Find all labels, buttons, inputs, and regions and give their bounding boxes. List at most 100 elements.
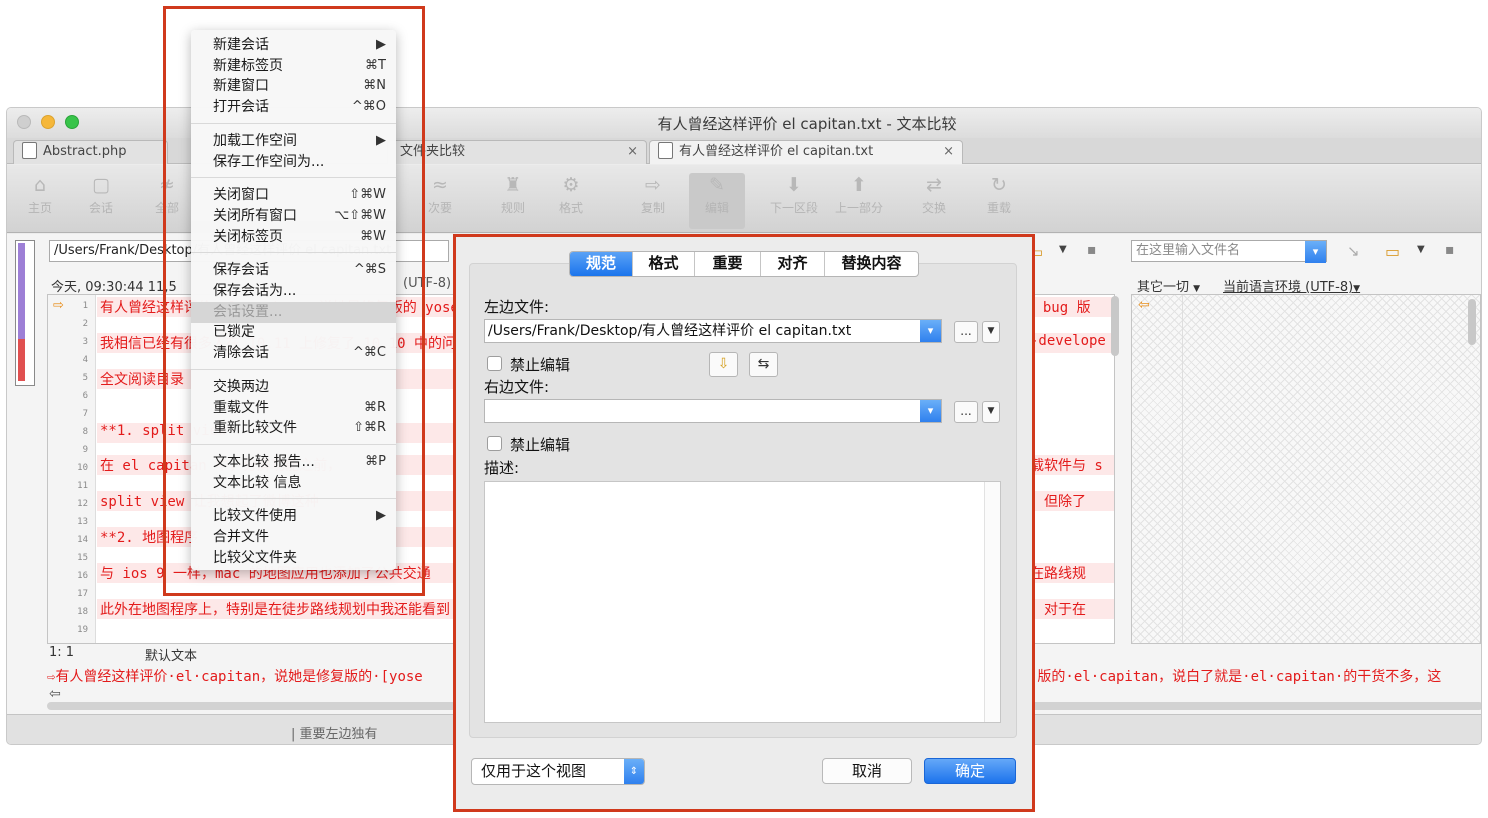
line-number: 2 (82, 319, 88, 329)
line-number: 18 (77, 607, 88, 617)
diff-line-text: ，但除了 (1030, 494, 1086, 510)
vertical-scrollbar[interactable] (1468, 299, 1476, 345)
save-icon[interactable]: ▪ (1087, 242, 1097, 258)
line-number: 8 (82, 427, 88, 437)
menu-highlight-frame (163, 6, 425, 596)
line-number: 6 (82, 391, 88, 401)
line-number: 9 (82, 445, 88, 455)
toolbar-swap-button[interactable]: ⇄ 交换 (906, 173, 962, 216)
line-number: 12 (77, 499, 88, 509)
line-number: 15 (77, 553, 88, 563)
toolbar-label: 编辑 (704, 201, 729, 215)
chevron-down-icon: ▼ (1193, 284, 1201, 294)
toolbar-label: 重载 (986, 201, 1011, 215)
diff-line-text: 此外在地图程序上，特别是在徒步路线规划中我还能看到 (100, 602, 450, 618)
cursor-position: 1: 1 (49, 645, 75, 660)
dialog-highlight-frame (453, 234, 1035, 812)
toolbar-prev-section-button[interactable]: ⬆ 上一部分 (829, 173, 889, 216)
chevron-down-icon: ▼ (1353, 284, 1361, 294)
toolbar-next-section-button[interactable]: ⬇ 下一区段 (764, 173, 824, 216)
status-label: 重要左边独有 (299, 727, 378, 742)
toolbar-label: 下一区段 (769, 201, 818, 215)
toolbar-label: 复制 (640, 201, 665, 215)
line-number: 13 (77, 517, 88, 527)
line-number: 19 (77, 625, 88, 635)
vertical-scrollbar[interactable] (1111, 296, 1119, 356)
line-number: 3 (82, 337, 88, 347)
toolbar-format-button[interactable]: ⚙ 格式 (543, 173, 599, 216)
status-text: | 重要左边独有 (291, 727, 378, 742)
text-mode[interactable]: 默认文本 (145, 645, 197, 664)
swap-icon: ⇄ (926, 174, 942, 196)
chevron-down-icon[interactable]: ▼ (1059, 244, 1067, 255)
right-current-line: ·版的·el·capitan，说白了就是·el·capitan·的干货不多，这 (1029, 669, 1442, 685)
gutter-divider (1182, 295, 1183, 643)
diff-marker (18, 339, 25, 381)
diff-line-text: ㅤbug 版 (1030, 300, 1091, 316)
rules-icon: ♜ (504, 174, 522, 196)
diff-overview-bar[interactable] (15, 240, 35, 386)
arrow-up-icon: ⬆ (851, 174, 867, 196)
close-tab-icon[interactable]: × (627, 141, 638, 163)
open-folder-icon[interactable]: ▭ (1385, 242, 1400, 261)
tab-abstract-php[interactable]: Abstract.php (13, 140, 168, 164)
arrow-icon[interactable]: ↘ (1347, 242, 1360, 260)
diff-line-text: ，对于在 (1030, 602, 1086, 618)
toolbar-label: 主页 (27, 201, 52, 215)
save-icon[interactable]: ▪ (1445, 242, 1455, 258)
right-path-input[interactable]: 在这里输入文件名 (1131, 240, 1327, 262)
toolbar-edit-button[interactable]: ✎ 编辑 (689, 173, 745, 229)
line-number: 4 (82, 355, 88, 365)
right-encoding-select[interactable]: 当前语言环境 (UTF-8)▼ (1223, 276, 1360, 295)
diff-line-text: 在路线规 (1030, 566, 1086, 582)
diff-line-text: 载软件与 s (1030, 458, 1103, 474)
right-scope-select[interactable]: 其它一切 ▼ (1137, 276, 1200, 295)
chevron-down-icon[interactable]: ▼ (1417, 244, 1425, 255)
copy-arrow-icon: ⇨ (645, 174, 661, 196)
tab-label: 有人曾经这样评价 el capitan.txt (679, 144, 874, 159)
line-number: 10 (77, 463, 88, 473)
toolbar-session-button[interactable]: ▢ 会话 (73, 173, 129, 216)
diff-line-text: -develope (1030, 333, 1106, 349)
window-title: 有人曾经这样评价 el capitan.txt - 文本比较 (657, 115, 957, 133)
close-window-button[interactable] (17, 115, 31, 129)
toolbar-label: 规则 (500, 201, 525, 215)
edit-icon: ✎ (709, 174, 725, 196)
line-number: 16 (77, 571, 88, 581)
toolbar-label: 格式 (558, 201, 583, 215)
arrow-down-icon: ⬇ (786, 174, 802, 196)
minimize-window-button[interactable] (41, 115, 55, 129)
chevron-down-icon[interactable]: ▾ (1305, 241, 1326, 263)
line-number: 14 (77, 535, 88, 545)
toolbar-label: 上一部分 (834, 201, 883, 215)
tab-text-compare[interactable]: 有人曾经这样评价 el capitan.txt × (649, 140, 963, 164)
tab-folder-compare[interactable]: 文件夹比较 × (387, 140, 647, 164)
file-icon (658, 142, 673, 159)
line-number: 7 (82, 409, 88, 419)
toolbar-label: 交换 (921, 201, 946, 215)
screenshot-stage: 有人曾经这样评价 el capitan.txt - 文本比较 Abstract.… (0, 0, 1488, 818)
toolbar-rules-button[interactable]: ♜ 规则 (485, 173, 541, 216)
encoding-label: 当前语言环境 (UTF-8) (1223, 280, 1354, 295)
format-icon: ⚙ (562, 174, 580, 196)
line-number: 11 (77, 481, 88, 491)
toolbar-label: 会话 (88, 201, 113, 215)
reload-icon: ↻ (991, 174, 1007, 196)
line-number: 17 (77, 589, 88, 599)
left-current-line: ⇨有人曾经这样评价·el·capitan，说她是修复版的·[yose (47, 666, 423, 686)
file-icon (22, 142, 37, 159)
toolbar-copy-button[interactable]: ⇨ 复制 (625, 173, 681, 216)
close-tab-icon[interactable]: × (943, 141, 954, 163)
left-file-info: 今天, 09:30:44 11,5 (51, 280, 177, 295)
current-line-arrow-icon: ⇨ (53, 298, 64, 313)
toolbar-home-button[interactable]: ⌂ 主页 (12, 173, 68, 216)
right-text-pane-visible[interactable]: ㅤbug 版 -develope 载软件与 s ，但除了 在路线规 ，对于在 (1027, 294, 1115, 644)
left-line-text: 有人曾经这样评价·el·capitan，说她是修复版的·[yose (55, 669, 423, 685)
session-icon: ▢ (92, 174, 110, 196)
right-empty-pane[interactable]: ⇦ (1131, 294, 1481, 644)
zoom-window-button[interactable] (65, 115, 79, 129)
toolbar-reload-button[interactable]: ↻ 重载 (971, 173, 1027, 216)
arrow-left-icon: ⇦ (49, 686, 61, 702)
home-icon: ⌂ (33, 174, 47, 196)
line-number-gutter: 1 2 3 4 5 6 7 8 9 10 11 12 13 14 15 16 1 (48, 295, 96, 643)
